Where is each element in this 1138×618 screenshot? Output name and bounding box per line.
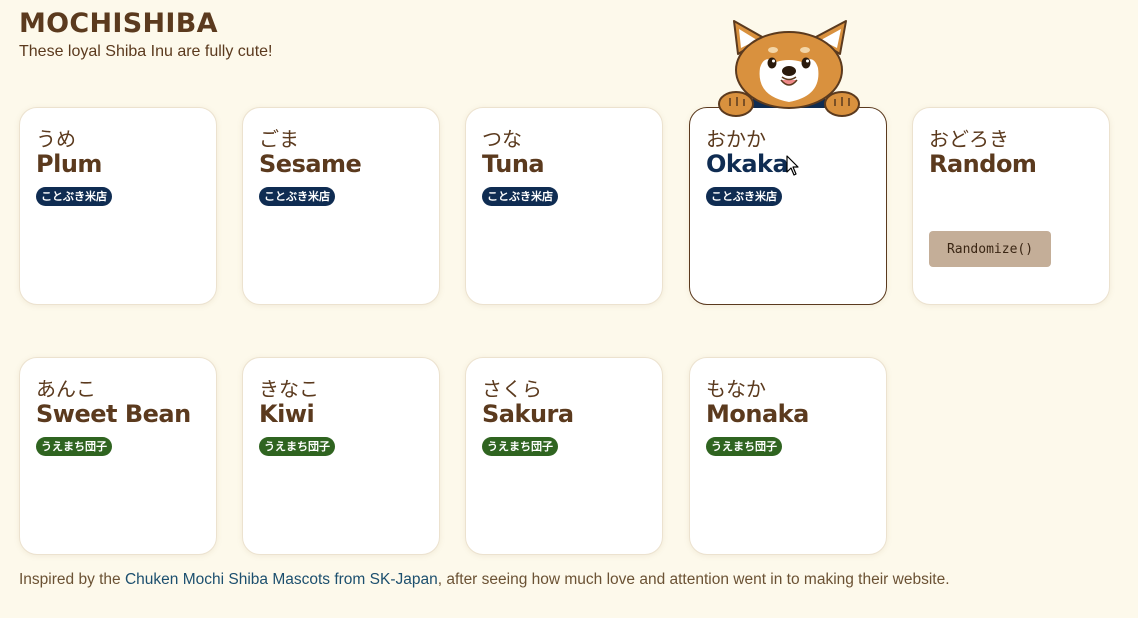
card-jp-name: ごま (259, 127, 299, 151)
card-en-name: Sesame (259, 150, 362, 178)
footer-suffix: , after seeing how much love and attenti… (437, 571, 950, 588)
card-en-name: Random (929, 150, 1037, 178)
shop-badge: ことぶき米店 (706, 187, 782, 206)
shiba-card-okaka[interactable]: おかか Okaka ことぶき米店 (689, 107, 887, 305)
card-jp-name: あんこ (36, 377, 96, 401)
shop-badge: ことぶき米店 (482, 187, 558, 206)
shop-badge: ことぶき米店 (259, 187, 335, 206)
shop-badge: うえまち団子 (259, 437, 335, 456)
shiba-card-random[interactable]: おどろき Random Randomize() (912, 107, 1110, 305)
shiba-card-kiwi[interactable]: きなこ Kiwi うえまち団子 (242, 357, 440, 555)
card-en-name: Okaka (706, 150, 789, 178)
shop-badge: うえまち団子 (706, 437, 782, 456)
shop-badge: ことぶき米店 (36, 187, 112, 206)
card-jp-name: もなか (706, 377, 766, 401)
card-en-name: Plum (36, 150, 102, 178)
shiba-mascot-icon (718, 20, 860, 117)
shop-badge: うえまち団子 (482, 437, 558, 456)
footer-prefix: Inspired by the (19, 571, 125, 588)
card-jp-name: つな (482, 127, 522, 151)
card-jp-name: うめ (36, 127, 76, 151)
shiba-card-sesame[interactable]: ごま Sesame ことぶき米店 (242, 107, 440, 305)
card-jp-name: おかか (706, 127, 766, 151)
footer-credit: Inspired by the Chuken Mochi Shiba Masco… (19, 571, 950, 589)
card-en-name: Sweet Bean (36, 400, 191, 428)
randomize-button[interactable]: Randomize() (929, 231, 1051, 267)
site-title: MOCHISHIBA (19, 8, 218, 39)
shiba-card-plum[interactable]: うめ Plum ことぶき米店 (19, 107, 217, 305)
shiba-card-monaka[interactable]: もなか Monaka うえまち団子 (689, 357, 887, 555)
shiba-card-tuna[interactable]: つな Tuna ことぶき米店 (465, 107, 663, 305)
page: MOCHISHIBA These loyal Shiba Inu are ful… (0, 0, 1138, 618)
shop-badge: うえまち団子 (36, 437, 112, 456)
card-jp-name: きなこ (259, 377, 319, 401)
card-en-name: Tuna (482, 150, 545, 178)
card-jp-name: さくら (482, 377, 542, 401)
card-en-name: Sakura (482, 400, 574, 428)
tagline: These loyal Shiba Inu are fully cute! (19, 43, 273, 60)
card-en-name: Kiwi (259, 400, 315, 428)
sk-japan-link[interactable]: Chuken Mochi Shiba Mascots from SK-Japan (125, 571, 438, 588)
mouse-pointer-icon (786, 155, 799, 176)
shiba-card-sweet-bean[interactable]: あんこ Sweet Bean うえまち団子 (19, 357, 217, 555)
card-jp-name: おどろき (929, 127, 1009, 151)
card-en-name: Monaka (706, 400, 809, 428)
shiba-card-sakura[interactable]: さくら Sakura うえまち団子 (465, 357, 663, 555)
